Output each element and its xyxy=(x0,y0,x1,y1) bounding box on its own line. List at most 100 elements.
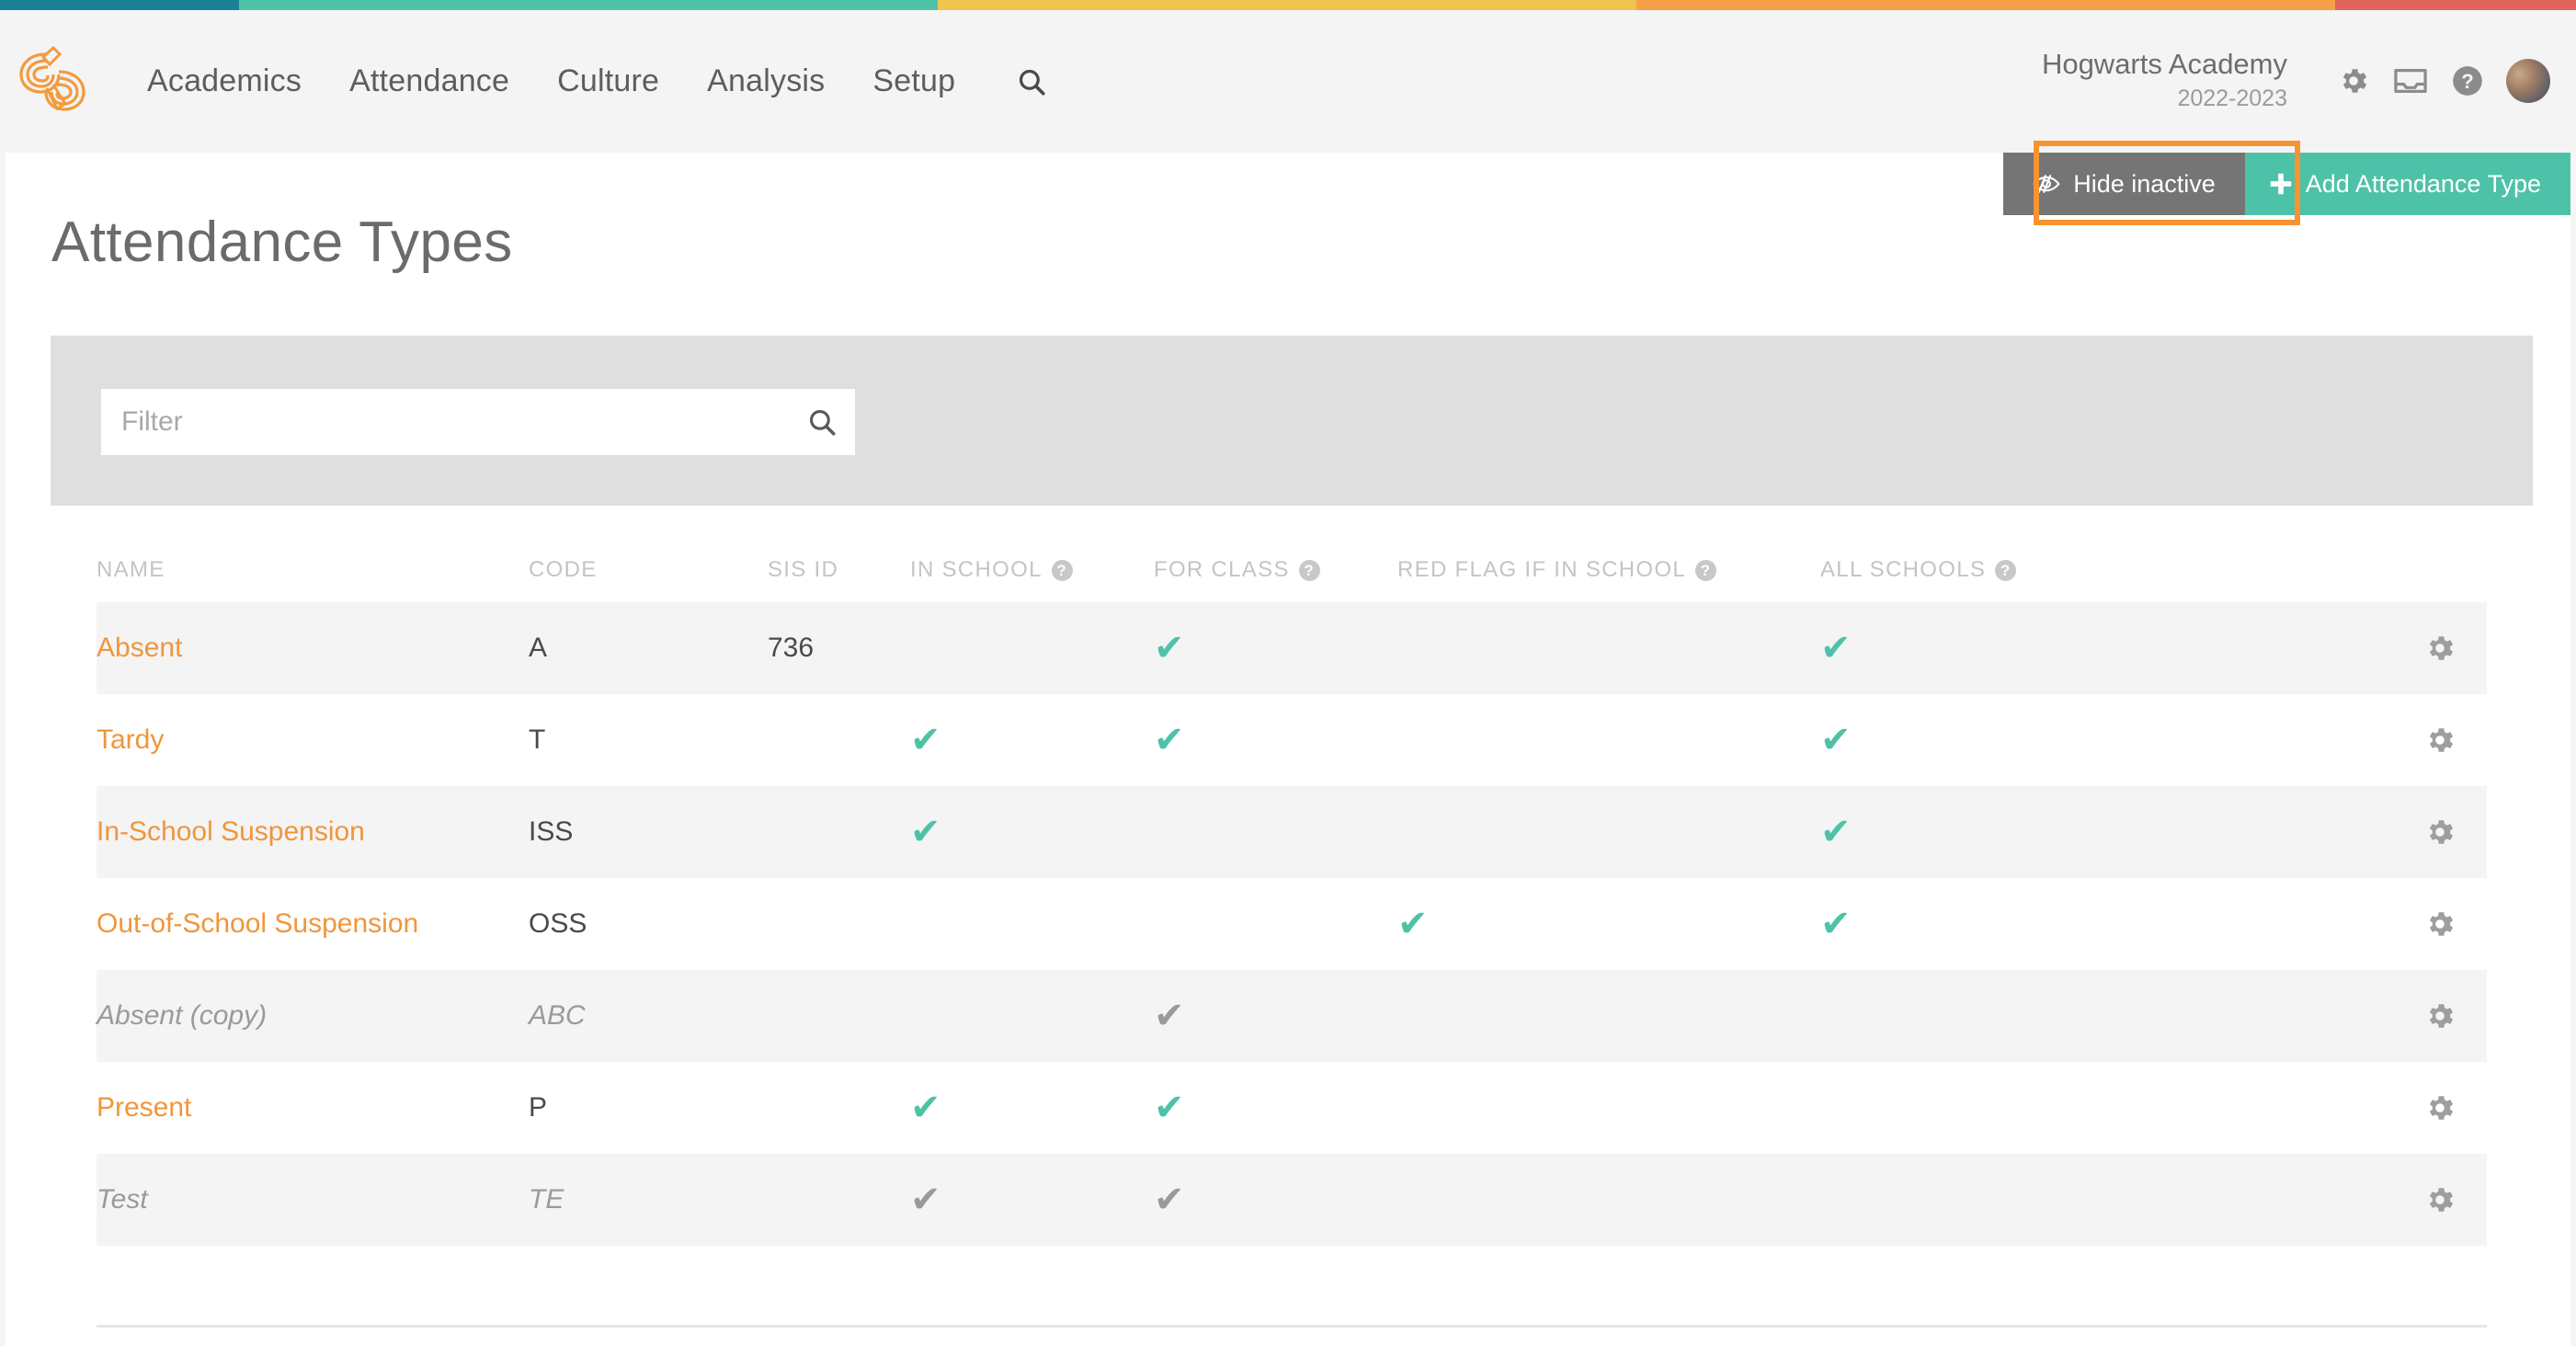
school-name: Hogwarts Academy xyxy=(2042,48,2287,81)
cell-actions xyxy=(2239,719,2487,761)
cell-red-flag: ✔ xyxy=(1397,906,1820,942)
table-row[interactable]: TardyT✔✔✔ xyxy=(97,694,2487,786)
cell-all-schools: ✔ xyxy=(1820,906,2239,942)
gear-icon xyxy=(2423,907,2456,941)
help-circle-icon[interactable]: ? xyxy=(1695,560,1716,581)
cell-sis-id: 736 xyxy=(768,633,910,664)
gear-icon xyxy=(2423,1091,2456,1124)
table-row[interactable]: Out-of-School SuspensionOSS✔✔ xyxy=(97,878,2487,970)
attendance-type-link[interactable]: Tardy xyxy=(97,724,164,755)
column-header-label: SIS ID xyxy=(768,557,838,583)
table-bottom-divider xyxy=(97,1325,2487,1328)
column-header-code: CODE xyxy=(529,557,768,583)
check-icon: ✔ xyxy=(1397,906,1429,942)
gear-icon xyxy=(2337,64,2370,97)
inbox-button[interactable] xyxy=(2388,59,2433,103)
nav-search-button[interactable] xyxy=(1016,66,1047,97)
cell-in-school: ✔ xyxy=(910,722,1154,759)
spiral-pencil-logo-icon xyxy=(17,44,88,120)
svg-text:?: ? xyxy=(2461,70,2474,93)
cell-actions xyxy=(2239,811,2487,853)
column-header-label: CODE xyxy=(529,557,598,583)
row-settings-button[interactable] xyxy=(2419,903,2461,945)
check-icon: ✔ xyxy=(910,722,941,759)
top-strip-segment xyxy=(239,0,938,10)
nav-item-culture[interactable]: Culture xyxy=(533,63,683,99)
attendance-types-table: NAMECODESIS IDIN SCHOOL?FOR CLASS?RED FL… xyxy=(97,538,2487,1246)
attendance-type-label: Test xyxy=(97,1184,148,1215)
check-icon: ✔ xyxy=(1154,998,1185,1034)
check-icon: ✔ xyxy=(1820,630,1852,667)
nav-item-academics[interactable]: Academics xyxy=(123,63,325,99)
attendance-type-label: Absent (copy) xyxy=(97,1000,267,1031)
help-button[interactable]: ? xyxy=(2445,59,2490,103)
top-color-strip xyxy=(0,0,2576,10)
cell-in-school: ✔ xyxy=(910,1089,1154,1126)
cell-for-class: ✔ xyxy=(1154,722,1397,759)
plus-icon xyxy=(2269,172,2293,196)
table-row[interactable]: Absent A 736 ✔ ✔ xyxy=(97,602,2487,694)
row-settings-button[interactable] xyxy=(2419,627,2461,669)
cell-for-class: ✔ xyxy=(1154,630,1397,667)
check-icon: ✔ xyxy=(1154,630,1185,667)
check-icon: ✔ xyxy=(910,1181,941,1218)
table-row[interactable]: PresentP✔✔ xyxy=(97,1062,2487,1154)
cell-for-class: ✔ xyxy=(1154,1181,1397,1218)
inbox-icon xyxy=(2393,65,2428,97)
table-body: AbsentA736✔✔TardyT✔✔✔In-School Suspensio… xyxy=(97,602,2487,1246)
filter-field[interactable] xyxy=(101,389,855,455)
settings-button[interactable] xyxy=(2331,59,2376,103)
brand-logo[interactable] xyxy=(11,40,94,123)
column-header-label: RED FLAG IF IN SCHOOL xyxy=(1397,557,1686,583)
row-settings-button[interactable] xyxy=(2419,719,2461,761)
table-row[interactable]: Absent (copy)ABC✔ xyxy=(97,970,2487,1062)
cell-in-school: ✔ xyxy=(910,814,1154,850)
help-circle-icon[interactable]: ? xyxy=(1052,560,1073,581)
table-row[interactable]: In-School Suspension ISS ✔ ✔ xyxy=(97,786,2487,878)
column-header-all-schools: ALL SCHOOLS? xyxy=(1820,557,2239,583)
row-settings-button[interactable] xyxy=(2419,1087,2461,1129)
school-year: 2022-2023 xyxy=(2177,84,2287,115)
header-right: Hogwarts Academy 2022-2023 ? xyxy=(2042,48,2576,115)
attendance-type-link[interactable]: Out-of-School Suspension xyxy=(97,908,418,939)
column-header-label: ALL SCHOOLS xyxy=(1820,557,1986,583)
code-value: ISS xyxy=(529,816,573,847)
gear-icon xyxy=(2423,816,2456,849)
nav-item-setup[interactable]: Setup xyxy=(849,63,979,99)
cell-name: Tardy xyxy=(97,724,529,756)
cell-actions xyxy=(2239,627,2487,669)
check-icon: ✔ xyxy=(1154,722,1185,759)
nav-item-analysis[interactable]: Analysis xyxy=(683,63,849,99)
avatar[interactable] xyxy=(2506,59,2550,103)
top-strip-segment xyxy=(0,0,239,10)
cell-all-schools: ✔ xyxy=(1820,814,2239,850)
attendance-type-link[interactable]: In-School Suspension xyxy=(97,816,365,847)
code-value: A xyxy=(529,633,547,663)
hide-inactive-button[interactable]: Hide inactive xyxy=(2003,153,2245,215)
main-nav: Academics Attendance Culture Analysis Se… xyxy=(123,63,1047,99)
cell-all-schools: ✔ xyxy=(1820,722,2239,759)
nav-item-attendance[interactable]: Attendance xyxy=(325,63,533,99)
attendance-type-link[interactable]: Present xyxy=(97,1092,191,1123)
cell-code: ISS xyxy=(529,816,768,848)
table-header-row: NAMECODESIS IDIN SCHOOL?FOR CLASS?RED FL… xyxy=(97,538,2487,602)
cell-name: Absent (copy) xyxy=(97,1000,529,1032)
column-header-label: IN SCHOOL xyxy=(910,557,1043,583)
filter-search-button[interactable] xyxy=(789,389,855,455)
top-strip-segment xyxy=(2335,0,2576,10)
help-circle-icon[interactable]: ? xyxy=(1995,560,2016,581)
help-circle-icon: ? xyxy=(2450,63,2485,98)
check-icon: ✔ xyxy=(1154,1089,1185,1126)
add-attendance-type-button[interactable]: Add Attendance Type xyxy=(2245,153,2570,215)
help-circle-icon[interactable]: ? xyxy=(1299,560,1320,581)
table-row[interactable]: TestTE✔✔ xyxy=(97,1154,2487,1246)
cell-actions xyxy=(2239,995,2487,1037)
attendance-type-link[interactable]: Absent xyxy=(97,633,182,663)
cell-in-school: ✔ xyxy=(910,1181,1154,1218)
search-icon xyxy=(1016,66,1047,97)
row-settings-button[interactable] xyxy=(2419,995,2461,1037)
filter-input[interactable] xyxy=(101,406,789,438)
row-settings-button[interactable] xyxy=(2419,811,2461,853)
column-header-in-school: IN SCHOOL? xyxy=(910,557,1154,583)
row-settings-button[interactable] xyxy=(2419,1179,2461,1221)
